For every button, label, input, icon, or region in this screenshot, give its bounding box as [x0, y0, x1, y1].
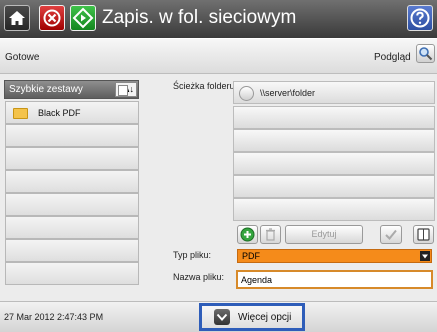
- page-title: Zapis. w fol. sieciowym: [102, 7, 297, 28]
- list-item[interactable]: [5, 147, 139, 170]
- more-options-label: Więcej opcji: [238, 312, 292, 323]
- folder-path-item[interactable]: \\server\folder: [233, 81, 435, 104]
- file-type-select[interactable]: PDF: [237, 249, 432, 263]
- delete-folder-button[interactable]: [260, 225, 281, 244]
- folder-icon: [13, 108, 28, 119]
- radio-button[interactable]: [239, 86, 254, 101]
- check-icon: [385, 229, 397, 240]
- footer-bar: 27 Mar 2012 2:47:43 PM Więcej opcji: [0, 301, 437, 332]
- list-item[interactable]: [5, 170, 139, 193]
- datetime: 27 Mar 2012 2:47:43 PM: [4, 312, 104, 322]
- list-item[interactable]: [5, 239, 139, 262]
- file-name-label: Nazwa pliku:: [173, 272, 225, 282]
- address-book-button[interactable]: [413, 225, 434, 244]
- more-options-button[interactable]: Więcej opcji: [199, 303, 305, 331]
- start-icon: [72, 7, 94, 29]
- help-button[interactable]: [407, 5, 433, 31]
- quick-sets-label: Szybkie zestawy: [9, 84, 83, 95]
- stop-icon: [43, 9, 61, 27]
- preview-button[interactable]: [416, 44, 435, 63]
- magnifier-icon: [419, 47, 433, 61]
- home-button[interactable]: [4, 5, 30, 31]
- sort-button[interactable]: A↓: [115, 82, 137, 97]
- folder-path-text: \\server\folder: [260, 88, 316, 98]
- file-type-label: Typ pliku:: [173, 250, 212, 260]
- list-item[interactable]: [5, 262, 139, 285]
- edit-button[interactable]: Edytuj: [285, 225, 363, 244]
- quick-sets-header: Szybkie zestawy A↓: [4, 80, 139, 99]
- trash-icon: [266, 228, 275, 241]
- folder-path-label: Ścieżka folderu:: [173, 81, 238, 91]
- list-item[interactable]: [233, 129, 435, 152]
- file-type-value: PDF: [242, 251, 260, 261]
- quick-set-label: Black PDF: [38, 108, 81, 118]
- confirm-button[interactable]: [380, 225, 402, 244]
- checkbox-icon: [118, 85, 128, 96]
- plus-icon: [240, 227, 255, 242]
- chevron-down-icon: [420, 251, 430, 261]
- preview-label: Podgląd: [374, 52, 411, 63]
- list-item[interactable]: [5, 216, 139, 239]
- book-icon: [417, 228, 430, 241]
- list-item[interactable]: [233, 198, 435, 221]
- help-icon: [410, 8, 430, 28]
- home-icon: [9, 11, 25, 25]
- status-text: Gotowe: [5, 52, 40, 63]
- add-folder-button[interactable]: [237, 225, 258, 244]
- list-item[interactable]: [233, 152, 435, 175]
- expand-icon: [214, 309, 230, 325]
- list-item[interactable]: [233, 175, 435, 198]
- start-button[interactable]: [70, 5, 96, 31]
- status-row: Gotowe Podgląd: [0, 39, 437, 74]
- list-item[interactable]: [233, 106, 435, 129]
- file-name-value: Agenda: [241, 275, 273, 285]
- main-content: Szybkie zestawy A↓ Black PDF Ścieżka fol…: [0, 74, 437, 301]
- list-item[interactable]: [5, 124, 139, 147]
- title-bar: Zapis. w fol. sieciowym: [0, 0, 437, 38]
- quick-set-item[interactable]: Black PDF: [5, 101, 139, 124]
- list-item[interactable]: [5, 193, 139, 216]
- stop-button[interactable]: [39, 5, 65, 31]
- file-name-input[interactable]: Agenda: [236, 270, 433, 289]
